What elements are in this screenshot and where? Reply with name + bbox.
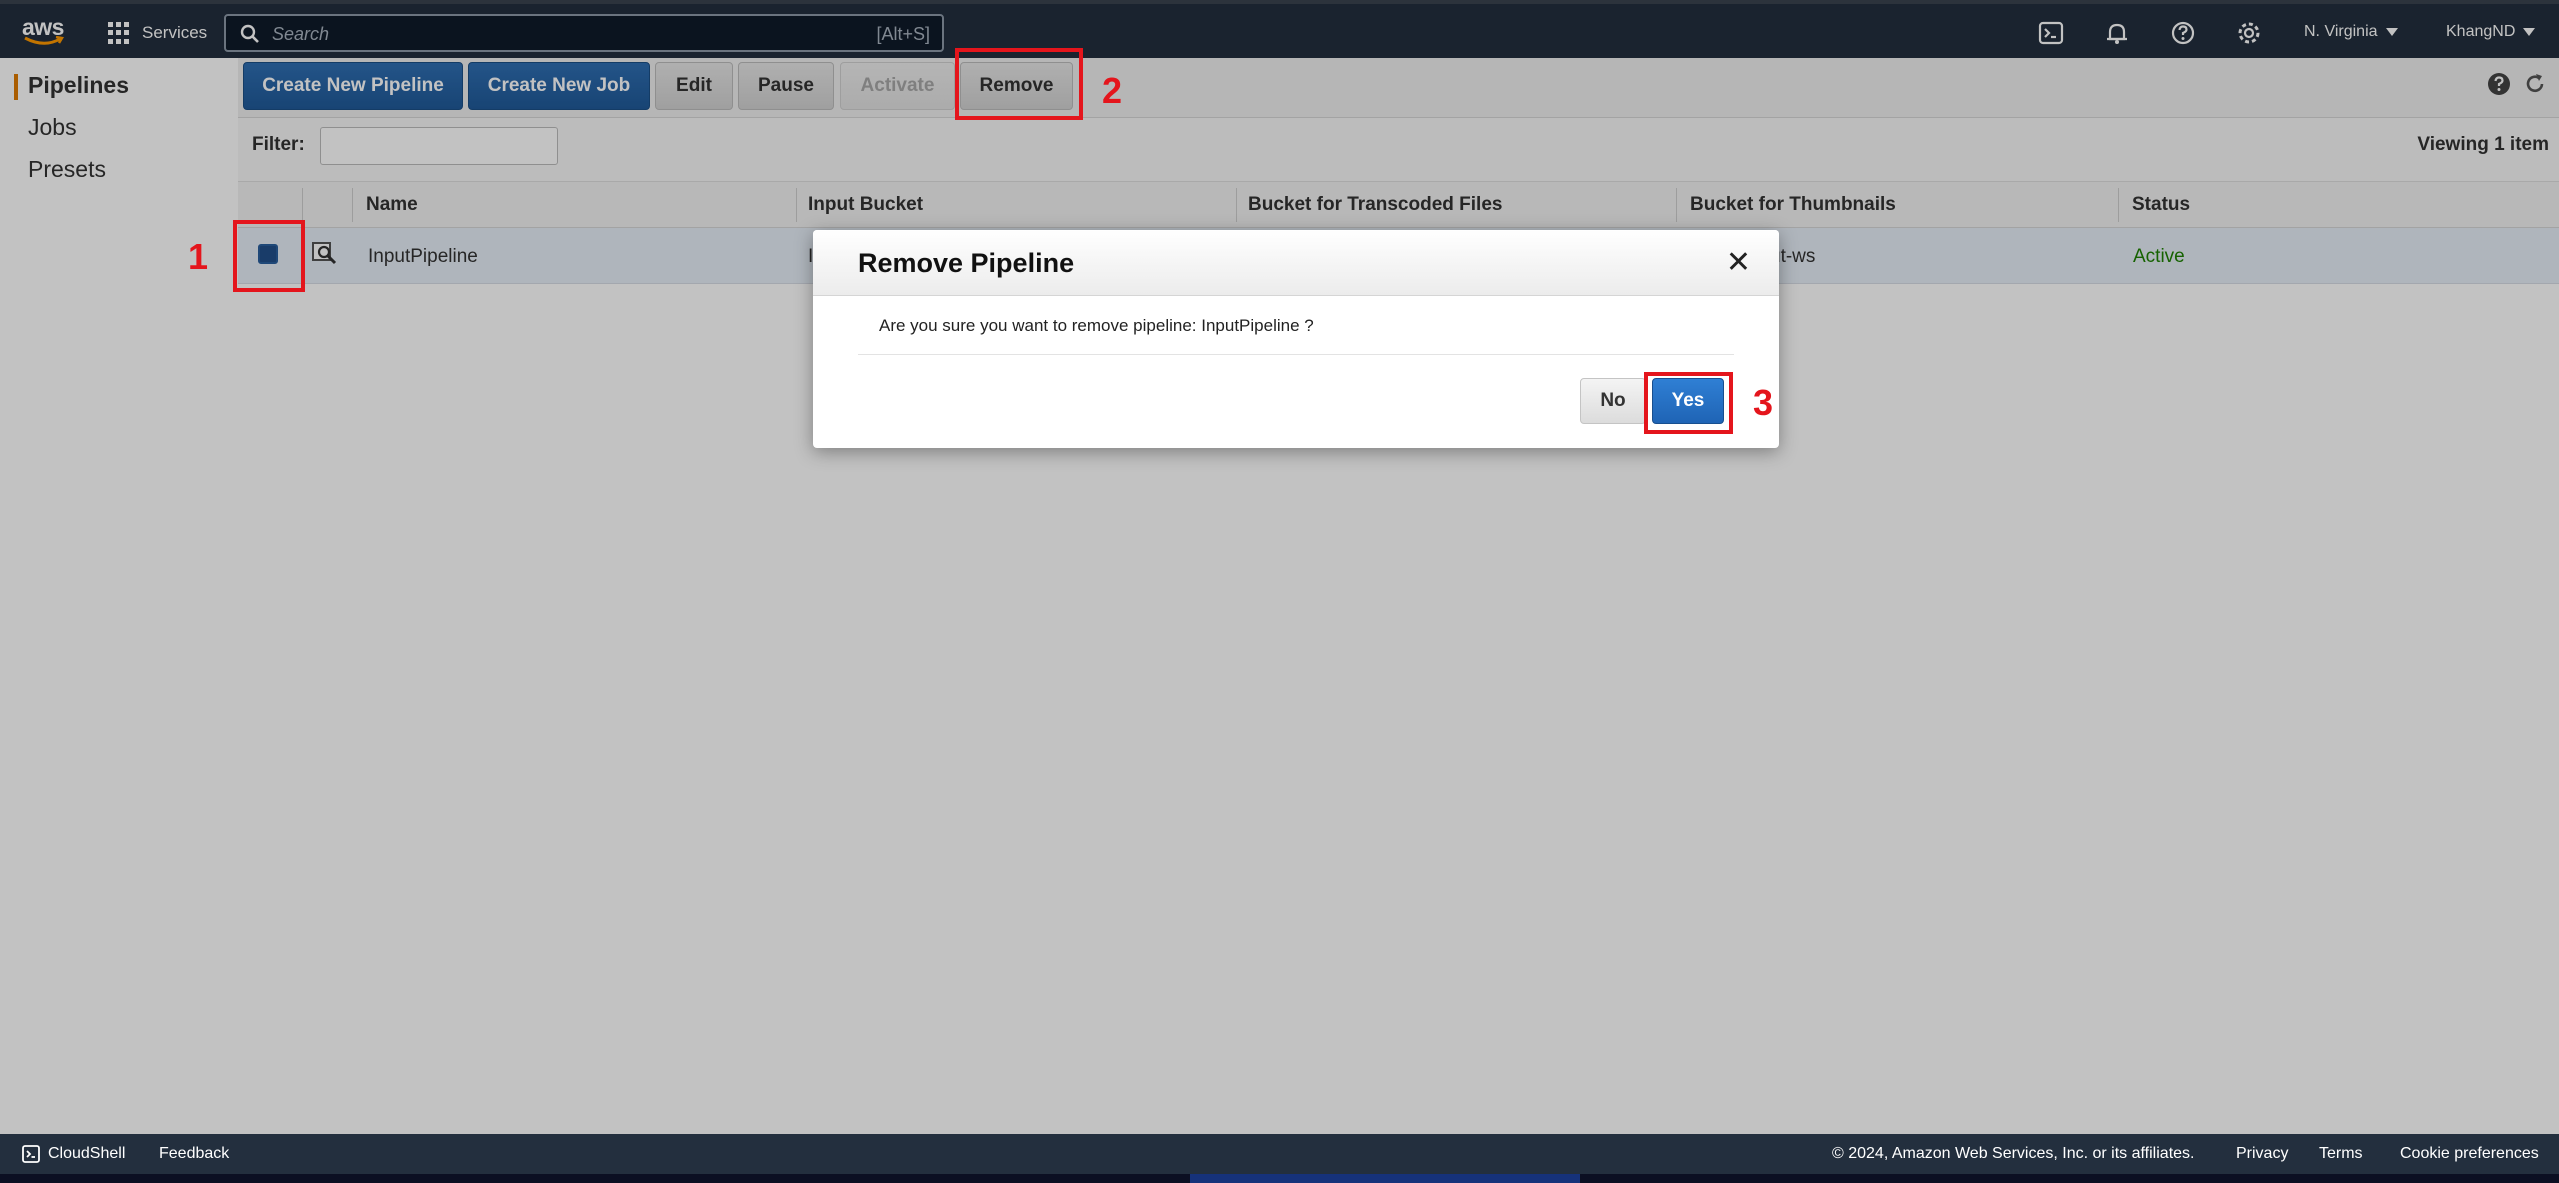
terms-link[interactable]: Terms bbox=[2319, 1145, 2363, 1163]
annotation-box-3 bbox=[1644, 372, 1733, 434]
no-button[interactable]: No bbox=[1580, 378, 1646, 424]
cookie-preferences-link[interactable]: Cookie preferences bbox=[2400, 1145, 2539, 1163]
modal-backdrop[interactable] bbox=[0, 0, 2559, 1134]
annotation-number-1: 1 bbox=[188, 236, 209, 277]
dialog-header: Remove Pipeline ✕ bbox=[813, 230, 1779, 296]
dialog-divider bbox=[858, 354, 1734, 355]
feedback-link[interactable]: Feedback bbox=[159, 1145, 229, 1163]
annotation-box-2 bbox=[955, 48, 1083, 120]
cloudshell-icon bbox=[22, 1145, 40, 1163]
remove-pipeline-dialog: Remove Pipeline ✕ Are you sure you want … bbox=[813, 230, 1779, 448]
privacy-link[interactable]: Privacy bbox=[2236, 1145, 2288, 1163]
dialog-message: Are you sure you want to remove pipeline… bbox=[879, 316, 1314, 335]
annotation-number-2: 2 bbox=[1102, 70, 1123, 111]
footer: CloudShell Feedback © 2024, Amazon Web S… bbox=[0, 1134, 2559, 1174]
desktop-strip bbox=[0, 1174, 2559, 1183]
close-icon[interactable]: ✕ bbox=[1726, 248, 1751, 278]
copyright-text: © 2024, Amazon Web Services, Inc. or its… bbox=[1832, 1145, 2195, 1162]
cloudshell-link[interactable]: CloudShell bbox=[48, 1145, 125, 1163]
annotation-box-1 bbox=[233, 220, 305, 292]
annotation-number-3: 3 bbox=[1753, 382, 1774, 423]
dialog-title: Remove Pipeline bbox=[858, 248, 1075, 278]
